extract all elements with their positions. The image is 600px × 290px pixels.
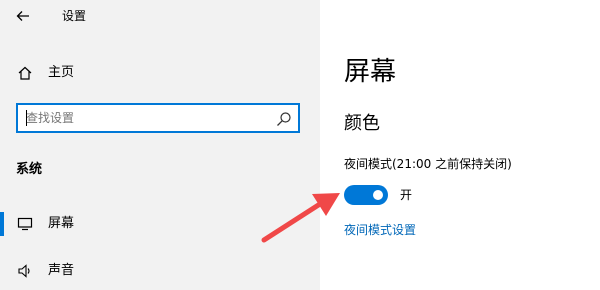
search-icon[interactable]	[276, 111, 292, 127]
speaker-icon	[16, 262, 34, 280]
back-button[interactable]	[12, 5, 34, 27]
night-light-toggle[interactable]	[344, 185, 388, 205]
text-caret	[26, 110, 27, 126]
toggle-state-label: 开	[400, 188, 413, 202]
search-box[interactable]	[16, 103, 300, 133]
window-title: 设置	[62, 9, 87, 23]
toggle-knob	[373, 190, 383, 200]
night-light-label: 夜间模式(21:00 之前保持关闭)	[344, 157, 512, 171]
search-input[interactable]	[26, 109, 266, 127]
sidebar: 设置 主页 系统 屏幕	[0, 0, 320, 290]
annotation-arrow-icon	[261, 193, 340, 243]
monitor-icon	[16, 215, 34, 233]
sidebar-item-home[interactable]: 主页	[0, 58, 320, 88]
sidebar-item-label: 主页	[48, 65, 75, 80]
main-panel	[320, 0, 600, 290]
back-arrow-icon	[16, 11, 29, 21]
home-icon	[16, 64, 34, 82]
page-title: 屏幕	[344, 57, 397, 87]
section-subheading: 颜色	[344, 113, 380, 134]
sidebar-item-sound[interactable]: 声音	[0, 256, 320, 286]
sidebar-item-label: 屏幕	[48, 216, 75, 231]
night-light-settings-link[interactable]: 夜间模式设置	[344, 222, 416, 238]
section-header-system: 系统	[16, 162, 43, 177]
sidebar-item-label: 声音	[48, 263, 75, 278]
